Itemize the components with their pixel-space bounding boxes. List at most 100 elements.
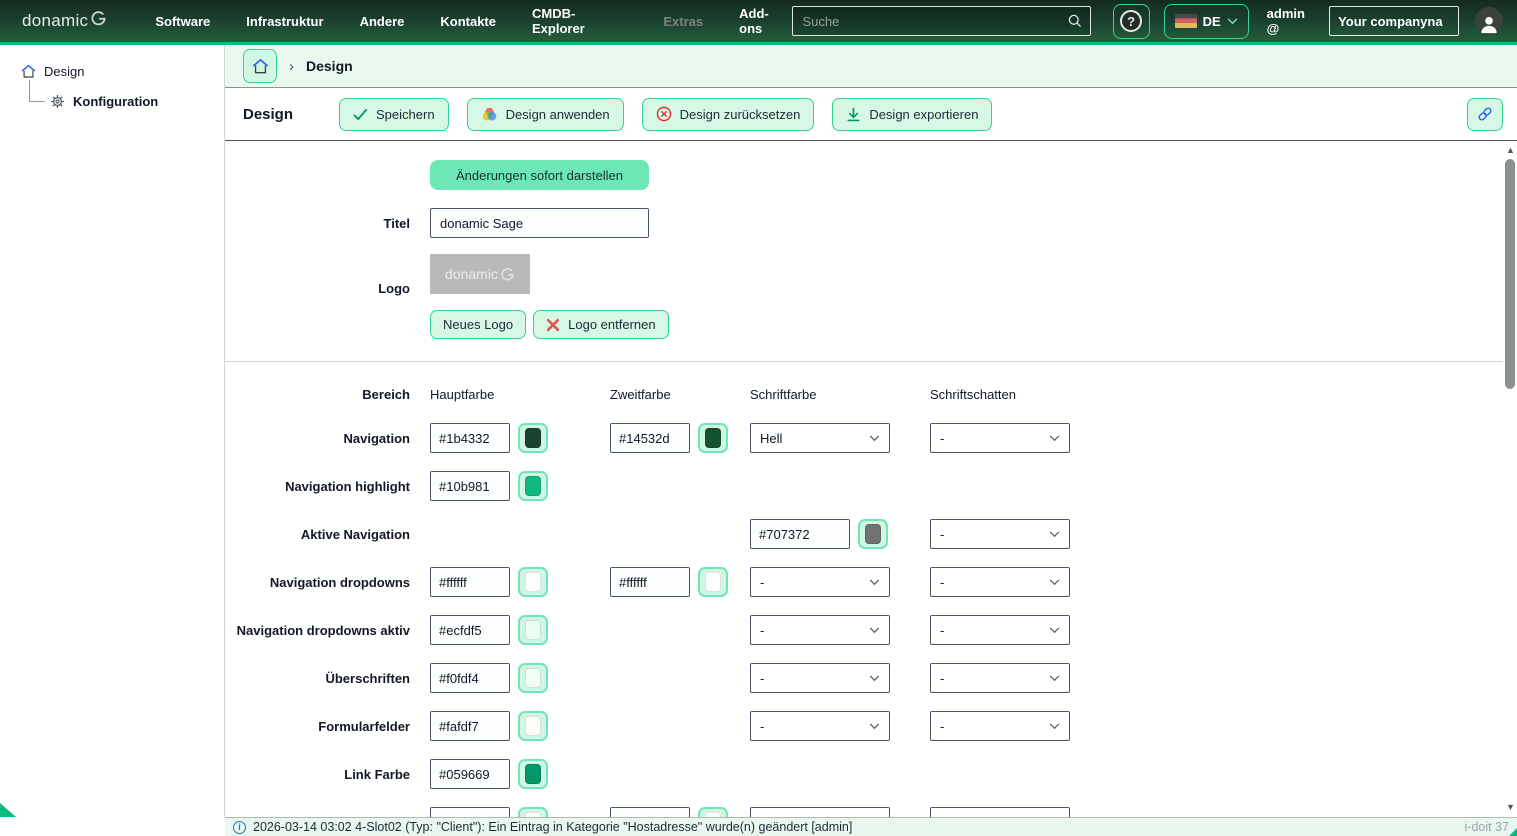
company-input[interactable] (1329, 6, 1459, 36)
language-selector[interactable]: DE (1164, 4, 1249, 39)
schriftschatten-select[interactable]: - (930, 663, 1070, 693)
color-swatch-button[interactable] (698, 807, 728, 817)
nav-item-extras[interactable]: Extras (663, 14, 703, 29)
page-title: Design (243, 106, 293, 123)
color-swatch-button[interactable] (518, 471, 548, 501)
chevron-down-icon (869, 579, 880, 586)
sidebar-item-label: Konfiguration (73, 94, 158, 109)
chevron-down-icon (869, 627, 880, 634)
info-icon: i (233, 821, 246, 834)
color-swatch-button[interactable] (858, 519, 888, 549)
sidebar-item-design[interactable]: Design (20, 63, 224, 80)
save-button[interactable]: Speichern (339, 98, 449, 131)
schriftfarbe-select[interactable]: Hell (750, 423, 890, 453)
search-input[interactable] (792, 6, 1091, 36)
titel-input[interactable] (430, 208, 649, 238)
selected-value: - (940, 623, 944, 638)
selected-value: - (940, 719, 944, 734)
color-swatch-button[interactable] (518, 567, 548, 597)
row-label: Navigation highlight (225, 479, 430, 494)
selected-value: Hell (760, 431, 782, 446)
column-header: Bereich (225, 387, 430, 402)
nav-item-cmdb-explorer[interactable]: CMDB-Explorer (532, 6, 627, 36)
home-icon (20, 63, 37, 80)
user-avatar-icon[interactable] (1475, 7, 1503, 35)
chevron-down-icon (1049, 579, 1060, 586)
schriftschatten-select[interactable]: - (930, 615, 1070, 645)
preview-changes-button[interactable]: Änderungen sofort darstellen (430, 160, 649, 190)
color-hex-input[interactable] (610, 807, 690, 817)
preview-row: Änderungen sofort darstellen (225, 160, 1517, 208)
nav-item-infrastruktur[interactable]: Infrastruktur (246, 14, 323, 29)
column-header: Schriftfarbe (750, 387, 930, 402)
main-area: › Design Design Speichern Design anwende… (225, 45, 1517, 836)
color-swatch-button[interactable] (698, 567, 728, 597)
color-swatch-button[interactable] (518, 807, 548, 817)
chevron-down-icon (1049, 627, 1060, 634)
color-swatch-button[interactable] (518, 423, 548, 453)
schriftschatten-select[interactable]: - (930, 711, 1070, 741)
gear-icon (49, 93, 66, 110)
color-swatch-button[interactable] (698, 423, 728, 453)
logo-swirl-icon (500, 267, 515, 282)
apply-design-button[interactable]: Design anwenden (467, 98, 624, 131)
color-hex-input[interactable] (430, 663, 510, 693)
breadcrumb-home-button[interactable] (243, 49, 277, 83)
sidebar-item-konfiguration[interactable]: Konfiguration (49, 93, 158, 110)
color-hex-input[interactable] (430, 807, 510, 817)
schriftschatten-select[interactable]: - (930, 423, 1070, 453)
nav-item-software[interactable]: Software (155, 14, 210, 29)
help-button[interactable]: ? (1113, 4, 1150, 39)
schriftfarbe-select[interactable]: - (750, 615, 890, 645)
color-hex-input[interactable] (430, 567, 510, 597)
color-table-row: Navigation highlight (225, 462, 1517, 510)
top-navbar: donamic SoftwareInfrastrukturAndereKonta… (0, 0, 1517, 45)
schriftfarbe-select[interactable] (750, 807, 890, 817)
color-field-group (430, 423, 610, 453)
tree-branch-line (29, 80, 45, 102)
schriftfarbe-select[interactable]: - (750, 711, 890, 741)
row-label: Formularfelder (225, 719, 430, 734)
color-hex-input[interactable] (610, 567, 690, 597)
scrollbar-thumb[interactable] (1505, 159, 1515, 389)
remove-logo-button[interactable]: Logo entfernen (533, 310, 668, 339)
color-table-row: Navigation dropdowns-- (225, 558, 1517, 606)
new-logo-button[interactable]: Neues Logo (430, 310, 526, 339)
color-swatch-button[interactable] (518, 663, 548, 693)
permalink-button[interactable] (1467, 98, 1503, 131)
app-logo-swirl-icon (90, 10, 107, 32)
vertical-scrollbar[interactable]: ▲ ▼ (1504, 146, 1517, 814)
export-design-button[interactable]: Design exportieren (832, 98, 992, 131)
schriftfarbe-select[interactable]: - (750, 663, 890, 693)
color-swatch (705, 572, 721, 592)
color-hex-input[interactable] (750, 519, 850, 549)
nav-item-add-ons[interactable]: Add-ons (739, 6, 791, 36)
schriftschatten-select[interactable]: - (930, 567, 1070, 597)
selected-value: - (940, 575, 944, 590)
nav-item-kontakte[interactable]: Kontakte (440, 14, 496, 29)
nav-item-andere[interactable]: Andere (360, 14, 405, 29)
scrollbar-up-arrow[interactable]: ▲ (1506, 146, 1515, 155)
color-swatch-button[interactable] (518, 615, 548, 645)
schriftfarbe-select[interactable]: - (750, 567, 890, 597)
color-table-row (225, 798, 1517, 817)
schriftschatten-select[interactable]: - (930, 519, 1070, 549)
color-hex-input[interactable] (430, 615, 510, 645)
color-swatch-button[interactable] (518, 711, 548, 741)
color-table-row: NavigationHell- (225, 414, 1517, 462)
color-hex-input[interactable] (430, 471, 510, 501)
scrollbar-down-arrow[interactable]: ▼ (1506, 803, 1515, 812)
color-hex-input[interactable] (430, 423, 510, 453)
chevron-down-icon (1227, 18, 1238, 25)
breadcrumb-current: Design (306, 58, 353, 74)
schriftschatten-select[interactable] (930, 807, 1070, 817)
color-hex-input[interactable] (430, 711, 510, 741)
color-field-group (430, 663, 610, 693)
color-hex-input[interactable] (430, 759, 510, 789)
resize-handle-icon (1509, 828, 1517, 836)
color-swatch-button[interactable] (518, 759, 548, 789)
reset-design-button[interactable]: Design zurücksetzen (642, 98, 815, 131)
title-row: Titel (225, 208, 1517, 238)
color-hex-input[interactable] (610, 423, 690, 453)
link-icon (1476, 105, 1494, 123)
